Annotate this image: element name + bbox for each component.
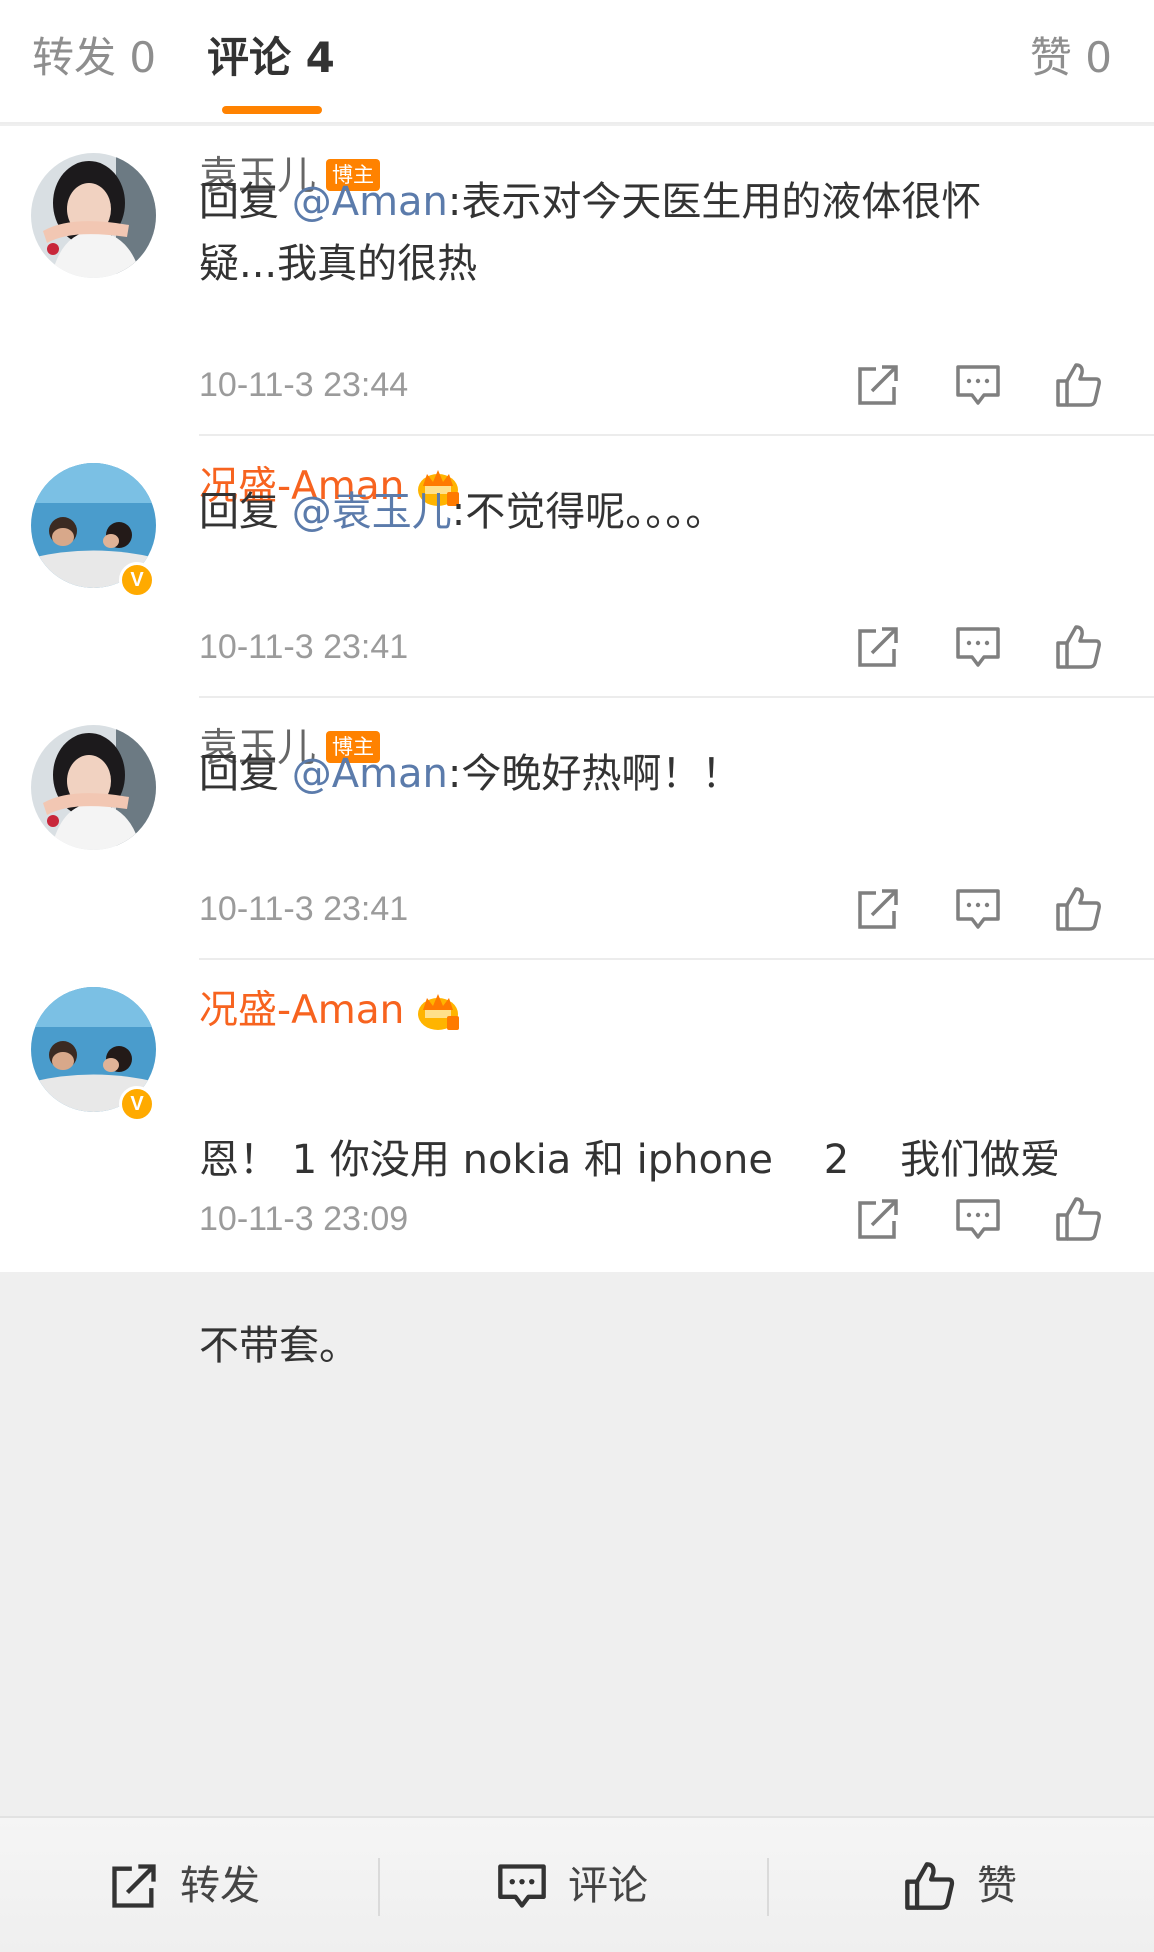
mention-link[interactable]: @Aman [292,751,448,797]
comment-icon[interactable] [954,623,1002,671]
comment-text-line: 回复 @Aman:今晚好热啊！！ [199,743,1099,805]
forward-button[interactable]: 转发 [0,1818,384,1952]
thumbs-up-icon[interactable] [1054,361,1102,409]
avatar-woman-icon [31,153,156,278]
bottom-toolbar: 转发 评论 赞 [0,1816,1154,1952]
comment-actions [854,623,1116,671]
comment-time: 10-11-3 23:09 [199,1200,409,1238]
comment-button[interactable]: 评论 [385,1818,769,1952]
comment-icon[interactable] [954,885,1002,933]
forward-icon[interactable] [854,623,902,671]
comment-text: 回复 @袁玉儿:不觉得呢。。。。 [199,481,1099,543]
toolbar-divider [767,1858,769,1916]
like-label: 赞 [977,1863,1017,1909]
comment-list: 袁玉儿 博主 回复 @Aman:表示对今天医生用的液体很怀 疑...我真的很热 1… [0,126,1154,1369]
comment-text-line: 不带套。 [199,1323,359,1369]
verified-badge-icon: V [119,562,155,598]
forward-label: 转发 [180,1863,260,1909]
comment-item: V 况盛-Aman 恩！ 1 你没用 nokia 和 iphone 2 我们做爱… [0,960,1154,1369]
thumbs-up-icon[interactable] [1054,623,1102,671]
mention-link[interactable]: @袁玉儿 [292,489,452,535]
verified-badge-icon: V [119,1086,155,1122]
reply-prefix: 回复 [199,751,292,797]
comment-icon[interactable] [954,361,1002,409]
comment-item: V 况盛-Aman 回复 @袁玉儿:不觉得呢。。。。 10-11-3 23:41 [0,436,1154,698]
comment-body: :表示对今天医生用的液体很怀 [447,179,982,225]
comment-text-line: 疑...我真的很热 [199,241,478,287]
comment-item: 袁玉儿 博主 回复 @Aman:表示对今天医生用的液体很怀 疑...我真的很热 1… [0,126,1154,436]
comment-icon[interactable] [954,1195,1002,1243]
like-button[interactable]: 赞 [770,1818,1154,1952]
active-tab-indicator [222,106,322,114]
thumbs-up-icon[interactable] [1054,885,1102,933]
comment-body: :今晚好热啊！！ [447,751,742,797]
comment-text: 回复 @Aman:表示对今天医生用的液体很怀 疑...我真的很热 [199,171,1099,295]
comment-text-line: 回复 @袁玉儿:不觉得呢。。。。 [199,481,1099,543]
comment-time: 10-11-3 23:41 [199,628,409,666]
tab-likes[interactable]: 赞 0 [1030,32,1112,84]
forward-icon [108,1860,160,1912]
reply-prefix: 回复 [199,179,292,225]
avatar[interactable] [31,725,156,850]
comment-icon [496,1860,548,1912]
comment-text-line: 回复 @Aman:表示对今天医生用的液体很怀 [199,171,1099,233]
thumbs-up-icon [903,1860,955,1912]
comment-time: 10-11-3 23:44 [199,366,409,404]
comment-actions [854,1195,1116,1243]
comment-text-line: 恩！ 1 你没用 nokia 和 iphone 2 我们做爱 [199,1137,1061,1183]
thumbs-up-icon[interactable] [1054,1195,1102,1243]
mention-link[interactable]: @Aman [292,179,448,225]
forward-icon[interactable] [854,361,902,409]
avatar[interactable] [31,153,156,278]
tab-comments[interactable]: 评论 4 [207,32,335,84]
forward-icon[interactable] [854,885,902,933]
avatar-woman-icon [31,725,156,850]
comment-actions [854,885,1116,933]
comment-time: 10-11-3 23:41 [199,890,409,928]
reply-prefix: 回复 [199,489,292,535]
comment-text: 恩！ 1 你没用 nokia 和 iphone 2 我们做爱 不带套。 [199,1005,1099,1501]
comment-label: 评论 [568,1863,648,1909]
comment-body: :不觉得呢。。。。 [451,489,726,535]
comment-tabs: 转发 0 评论 4 赞 0 [0,0,1154,124]
comment-actions [854,361,1116,409]
forward-icon[interactable] [854,1195,902,1243]
toolbar-divider [378,1858,380,1916]
tab-forward[interactable]: 转发 0 [32,32,156,84]
comment-item: 袁玉儿 博主 回复 @Aman:今晚好热啊！！ 10-11-3 23:41 [0,698,1154,960]
comment-text: 回复 @Aman:今晚好热啊！！ [199,743,1099,805]
